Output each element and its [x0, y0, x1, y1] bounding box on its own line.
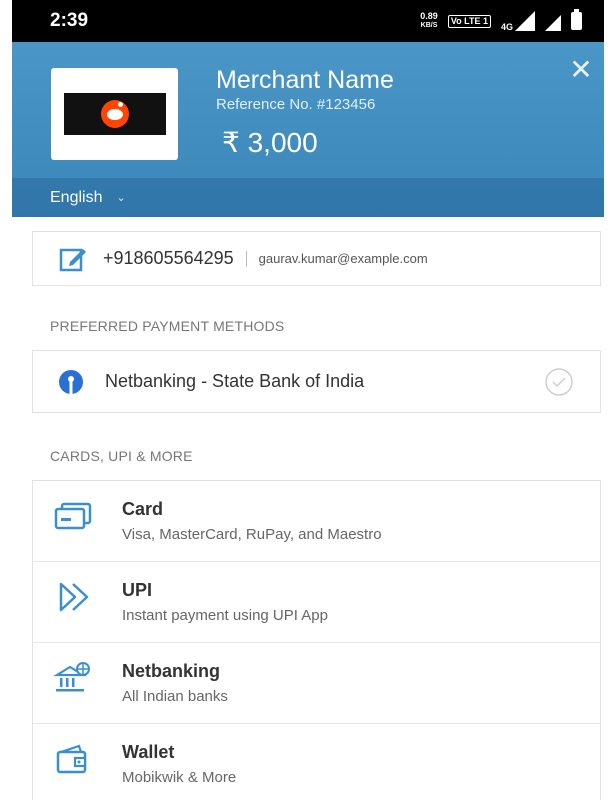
merchant-logo-image [63, 93, 166, 135]
more-methods-section-title: CARDS, UPI & MORE [50, 448, 193, 464]
language-label: English [50, 188, 103, 206]
network-type: 4G [500, 22, 513, 32]
contact-email: gaurav.kumar@example.com [258, 251, 428, 266]
method-upi[interactable]: UPI Instant payment using UPI App [33, 562, 600, 643]
preferred-section-title: PREFERRED PAYMENT METHODS [50, 318, 285, 334]
merchant-name: Merchant Name [216, 66, 394, 94]
method-title: Wallet [122, 742, 175, 762]
battery-icon [571, 9, 582, 30]
method-subtitle: Visa, MasterCard, RuPay, and Maestro [122, 526, 382, 543]
method-card[interactable]: Card Visa, MasterCard, RuPay, and Maestr… [33, 481, 600, 562]
contact-separator [245, 250, 247, 267]
bank-icon [53, 662, 90, 692]
reference-number: Reference No. #123456 [216, 96, 376, 113]
volte-icon: Vo LTE 1 [447, 14, 491, 28]
signal-icon-2 [545, 15, 561, 31]
card-icon [54, 502, 92, 530]
reddit-logo-icon [100, 100, 129, 128]
check-circle-icon [545, 368, 573, 396]
upi-icon [59, 582, 89, 612]
contact-phone: +918605564295 [103, 248, 234, 268]
status-bar: 2:39 0.89 KB/S Vo LTE 1 4G [12, 0, 604, 42]
edit-icon [59, 248, 86, 271]
status-time: 2:39 [50, 10, 89, 31]
payment-methods-list: Card Visa, MasterCard, RuPay, and Maestr… [32, 480, 601, 800]
language-selector[interactable]: English ⌄ [12, 178, 604, 217]
method-subtitle: All Indian banks [122, 688, 228, 705]
payment-header: Merchant Name Reference No. #123456 ₹ 3,… [12, 42, 604, 217]
network-speed: 0.89 KB/S [420, 11, 438, 30]
method-subtitle: Instant payment using UPI App [122, 607, 328, 624]
chevron-down-icon: ⌄ [116, 192, 126, 204]
sbi-bank-icon [59, 369, 83, 394]
wallet-icon [56, 744, 87, 774]
merchant-logo [51, 68, 178, 160]
method-wallet[interactable]: Wallet Mobikwik & More [33, 724, 600, 800]
signal-icon [515, 11, 535, 31]
method-netbanking[interactable]: Netbanking All Indian banks [33, 643, 600, 724]
close-icon[interactable]: ✕ [567, 56, 595, 84]
method-title: Card [122, 499, 164, 519]
status-icons: 0.89 KB/S Vo LTE 1 4G [420, 9, 582, 32]
contact-details[interactable]: +918605564295 gaurav.kumar@example.com [32, 231, 601, 286]
method-title: UPI [122, 580, 153, 600]
preferred-method-label: Netbanking - State Bank of India [105, 371, 365, 391]
preferred-method-sbi[interactable]: Netbanking - State Bank of India [32, 350, 601, 413]
payment-amount: ₹ 3,000 [222, 127, 318, 158]
method-title: Netbanking [122, 661, 221, 681]
method-subtitle: Mobikwik & More [122, 769, 237, 786]
